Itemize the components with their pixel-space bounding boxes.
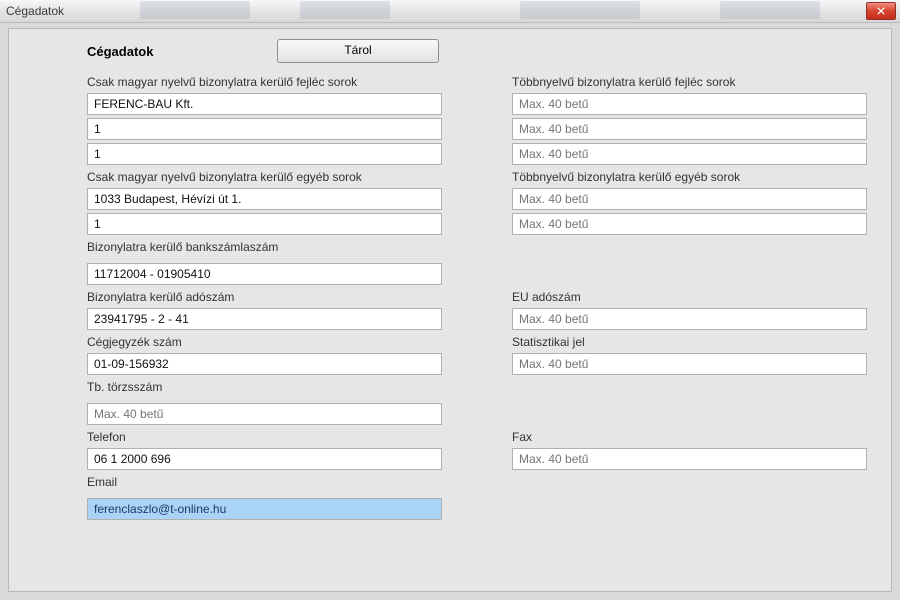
label-ml-header-rows: Többnyelvű bizonylatra kerülő fejléc sor…: [512, 73, 867, 90]
label-hu-header-rows: Csak magyar nyelvű bizonylatra kerülő fe…: [87, 73, 442, 90]
label-phone: Telefon: [87, 428, 442, 445]
ml-header-row-3-input[interactable]: [512, 143, 867, 165]
window-close-button[interactable]: [866, 2, 896, 20]
empty-cell: [512, 403, 867, 425]
tb-number-input[interactable]: [87, 403, 442, 425]
email-input[interactable]: [87, 498, 442, 520]
empty-cell: [512, 473, 867, 495]
empty-cell: [512, 263, 867, 285]
panel-header: Cégadatok Tárol: [23, 39, 877, 63]
label-ml-other-rows: Többnyelvű bizonylatra kerülő egyéb soro…: [512, 168, 867, 185]
label-tb-number: Tb. törzsszám: [87, 378, 442, 400]
company-data-panel: Cégadatok Tárol Csak magyar nyelvű bizon…: [8, 28, 892, 592]
label-eu-tax-number: EU adószám: [512, 288, 867, 305]
tax-number-input[interactable]: [87, 308, 442, 330]
label-bank-account: Bizonylatra kerülő bankszámlaszám: [87, 238, 442, 260]
hu-header-row-2-input[interactable]: [87, 118, 442, 140]
ml-other-row-2-input[interactable]: [512, 213, 867, 235]
label-email: Email: [87, 473, 442, 495]
fax-input[interactable]: [512, 448, 867, 470]
ml-header-row-2-input[interactable]: [512, 118, 867, 140]
hu-header-row-3-input[interactable]: [87, 143, 442, 165]
window-titlebar: Cégadatok: [0, 0, 900, 23]
bank-account-input[interactable]: [87, 263, 442, 285]
hu-other-row-2-input[interactable]: [87, 213, 442, 235]
panel-title: Cégadatok: [87, 44, 277, 59]
form-grid: Csak magyar nyelvű bizonylatra kerülő fe…: [87, 73, 867, 520]
company-reg-input[interactable]: [87, 353, 442, 375]
phone-input[interactable]: [87, 448, 442, 470]
label-hu-other-rows: Csak magyar nyelvű bizonylatra kerülő eg…: [87, 168, 442, 185]
label-stat-code: Statisztikai jel: [512, 333, 867, 350]
hu-other-row-1-input[interactable]: [87, 188, 442, 210]
empty-cell: [512, 378, 867, 400]
label-tax-number: Bizonylatra kerülő adószám: [87, 288, 442, 305]
empty-cell: [512, 498, 867, 520]
window-title: Cégadatok: [6, 4, 866, 18]
hu-header-row-1-input[interactable]: [87, 93, 442, 115]
label-fax: Fax: [512, 428, 867, 445]
ml-other-row-1-input[interactable]: [512, 188, 867, 210]
store-button[interactable]: Tárol: [277, 39, 439, 63]
label-company-reg: Cégjegyzék szám: [87, 333, 442, 350]
ml-header-row-1-input[interactable]: [512, 93, 867, 115]
close-icon: [877, 7, 885, 15]
eu-tax-number-input[interactable]: [512, 308, 867, 330]
empty-cell: [512, 238, 867, 260]
stat-code-input[interactable]: [512, 353, 867, 375]
